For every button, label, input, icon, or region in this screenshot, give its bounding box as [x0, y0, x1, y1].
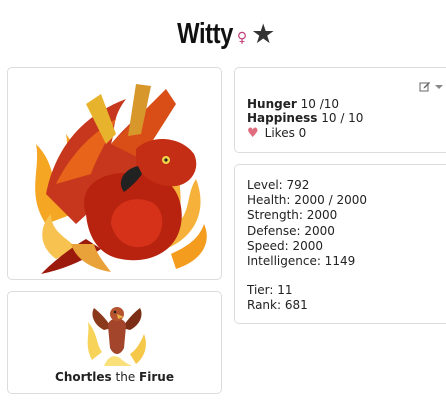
- happiness-row: Happiness 10 / 10: [247, 111, 363, 125]
- pet-portrait-image: [35, 84, 207, 274]
- hunger-row: Hunger 10 /10: [247, 97, 363, 111]
- stat-level: Level: 792: [247, 178, 310, 192]
- heart-icon[interactable]: ♥: [247, 127, 259, 140]
- stat-health: Health: 2000 / 2000: [247, 193, 368, 208]
- pet-header: Witty ♀ ★: [0, 14, 446, 54]
- hunger-label: Hunger: [247, 97, 297, 111]
- gender-female-icon: ♀: [236, 30, 248, 46]
- stat-speed: Speed: 2000: [247, 238, 324, 253]
- likes-row: ♥ Likes 0: [247, 126, 363, 140]
- stats-spacer: [247, 269, 367, 283]
- stat-tier: Tier: 11: [247, 283, 293, 298]
- stat-strength: Strength: 2000: [247, 208, 338, 223]
- happiness-label: Happiness: [247, 111, 318, 125]
- chevron-down-icon: [435, 84, 443, 89]
- companion-panel: Chortles the Firue: [7, 291, 222, 394]
- star-icon[interactable]: ★: [251, 21, 275, 48]
- pet-name: Witty: [176, 17, 233, 50]
- edit-menu-button[interactable]: [419, 80, 443, 92]
- needs-list: Hunger 10 /10 Happiness 10 / 10 ♥ Likes …: [247, 97, 363, 140]
- stats-list: Level: 792 Health: 2000 / 2000 Strength:…: [247, 178, 367, 314]
- hunger-value: 10 /10: [300, 97, 340, 111]
- companion-name[interactable]: Chortles: [55, 370, 112, 384]
- happiness-value: 10 / 10: [321, 111, 364, 125]
- companion-species[interactable]: Firue: [139, 370, 174, 384]
- stat-defense: Defense: 2000: [247, 223, 335, 238]
- likes-count: Likes 0: [264, 126, 307, 140]
- companion-image: [87, 307, 146, 366]
- stat-intelligence: Intelligence: 1149: [247, 254, 356, 269]
- companion-connector: the: [115, 370, 136, 384]
- pet-portrait-panel: [7, 67, 222, 280]
- edit-icon: [419, 82, 430, 92]
- needs-panel: Hunger 10 /10 Happiness 10 / 10 ♥ Likes …: [234, 67, 446, 153]
- stat-rank: Rank: 681: [247, 298, 308, 313]
- companion-caption: Chortles the Firue: [8, 370, 221, 384]
- stats-panel: Level: 792 Health: 2000 / 2000 Strength:…: [234, 164, 446, 324]
